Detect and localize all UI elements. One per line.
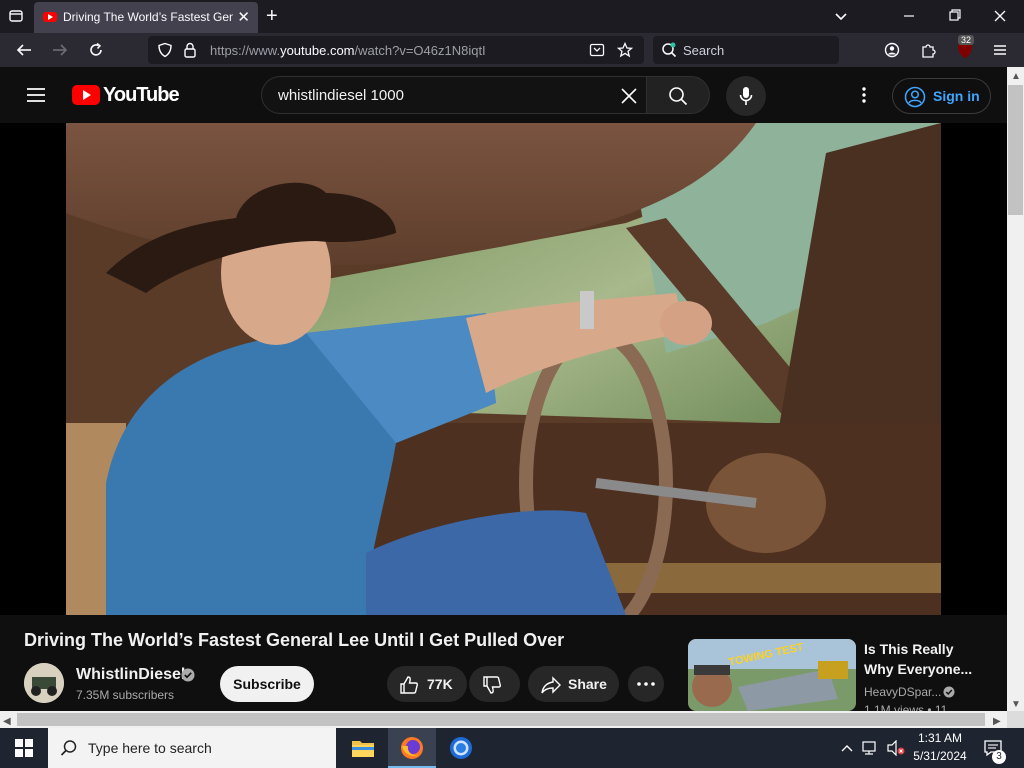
account-icon[interactable]	[884, 42, 900, 62]
sign-in-button[interactable]: Sign in	[892, 78, 991, 114]
network-icon[interactable]	[862, 740, 880, 760]
youtube-header: YouTube whistlindiesel 1000 Sign in	[0, 67, 1007, 123]
windows-taskbar: Type here to search 1:31 AM 5/31/2024 3	[0, 728, 1024, 768]
guide-menu-icon[interactable]	[26, 87, 46, 107]
user-avatar-icon	[904, 86, 926, 112]
restore-window-icon[interactable]	[948, 8, 962, 28]
taskbar-search-placeholder: Type here to search	[88, 740, 212, 756]
clock-date[interactable]: 5/31/2024	[906, 749, 974, 763]
more-horizontal-icon	[636, 676, 656, 696]
tab-close-icon[interactable]: ✕	[237, 8, 250, 26]
address-bar[interactable]: https://www.youtube.com/watch?v=O46z1N8i…	[148, 36, 644, 64]
tracking-protection-shield-icon[interactable]	[157, 42, 173, 62]
url-text: https://www.youtube.com/watch?v=O46z1N8i…	[210, 43, 486, 58]
minimize-window-icon[interactable]	[902, 8, 916, 28]
firefox-icon	[401, 737, 423, 759]
like-button[interactable]: 77K	[387, 666, 467, 702]
recommended-meta: 1.1M views • 11	[864, 703, 948, 711]
back-arrow-icon[interactable]	[15, 42, 33, 62]
browser-tab-strip: Driving The World’s Fastest General Lee …	[0, 0, 1024, 33]
extension-badge: 32	[958, 35, 975, 45]
list-all-tabs-chevron-icon[interactable]	[833, 8, 849, 28]
search-query-text: whistlindiesel 1000	[278, 87, 404, 104]
youtube-logo-text: YouTube	[103, 84, 180, 106]
file-explorer-taskbar-button[interactable]	[339, 728, 387, 768]
tab-list-icon[interactable]	[8, 8, 24, 28]
video-frame[interactable]	[66, 123, 941, 615]
recommended-title-line1[interactable]: Is This Really	[864, 641, 953, 657]
video-title: Driving The World’s Fastest General Lee …	[24, 630, 565, 650]
share-button[interactable]: Share	[528, 666, 619, 702]
recommended-title-line2[interactable]: Why Everyone...	[864, 661, 972, 677]
tab-title: Driving The World’s Fastest General Lee …	[63, 10, 233, 24]
taskbar-search-icon	[60, 739, 78, 761]
horizontal-scrollbar[interactable]: ◀ ▶	[0, 711, 1007, 728]
search-icon	[668, 86, 688, 110]
folder-icon	[352, 741, 374, 757]
channel-name[interactable]: WhistlinDiesel	[76, 666, 185, 684]
browser-tab[interactable]: Driving The World’s Fastest General Lee …	[34, 2, 258, 33]
firefox-taskbar-button[interactable]	[388, 728, 436, 768]
new-tab-icon[interactable]: +	[266, 6, 278, 26]
verified-badge-icon	[181, 668, 195, 687]
youtube-search-button[interactable]	[646, 76, 710, 114]
subscriber-count: 7.35M subscribers	[76, 688, 175, 702]
microphone-icon	[739, 86, 753, 110]
channel-avatar[interactable]	[24, 663, 64, 703]
recommended-channel: HeavyDSpar...	[864, 685, 942, 699]
youtube-favicon-icon	[43, 12, 57, 22]
scrollbar-corner	[1007, 711, 1024, 728]
sign-in-label: Sign in	[933, 88, 980, 104]
thumbs-down-icon	[482, 675, 502, 699]
vertical-scrollbar[interactable]: ▲ ▼	[1007, 67, 1024, 711]
video-player[interactable]	[0, 123, 1007, 615]
recommended-video-thumbnail[interactable]: TOWING TEST	[688, 639, 856, 711]
chrome-icon	[450, 737, 472, 759]
horizontal-scroll-thumb[interactable]	[17, 713, 985, 726]
lock-icon[interactable]	[183, 42, 197, 62]
show-hidden-icons-chevron-icon[interactable]	[840, 740, 854, 760]
scroll-up-arrow-icon[interactable]: ▲	[1011, 69, 1021, 85]
vertical-scroll-thumb[interactable]	[1008, 85, 1023, 215]
more-actions-button[interactable]	[628, 666, 664, 702]
bookmark-star-icon[interactable]	[616, 41, 634, 62]
notification-count-badge: 3	[992, 750, 1006, 764]
reload-icon[interactable]	[88, 42, 104, 62]
app-menu-hamburger-icon[interactable]	[992, 42, 1008, 62]
search-engine-icon[interactable]	[661, 42, 677, 62]
recommended-verified-icon	[943, 685, 955, 703]
chrome-taskbar-button[interactable]	[437, 728, 485, 768]
windows-logo-icon	[15, 739, 33, 757]
browser-search-placeholder: Search	[683, 43, 725, 58]
share-label: Share	[568, 676, 607, 692]
browser-toolbar: https://www.youtube.com/watch?v=O46z1N8i…	[0, 33, 1024, 67]
settings-more-icon[interactable]	[857, 86, 871, 108]
clear-search-icon[interactable]	[620, 87, 638, 109]
forward-arrow-icon[interactable]	[51, 42, 69, 62]
clock-time[interactable]: 1:31 AM	[910, 731, 970, 745]
thumbs-up-icon	[399, 675, 419, 699]
subscribe-button[interactable]: Subscribe	[220, 666, 314, 702]
youtube-search-input[interactable]: whistlindiesel 1000	[261, 76, 646, 114]
browser-search-box[interactable]: Search	[653, 36, 839, 64]
like-count: 77K	[427, 676, 453, 692]
reader-view-icon[interactable]	[589, 42, 605, 62]
extensions-puzzle-icon[interactable]	[920, 42, 936, 62]
close-window-icon[interactable]	[993, 8, 1007, 28]
video-scene-illustration	[66, 123, 941, 615]
volume-muted-icon[interactable]	[886, 739, 906, 760]
voice-search-button[interactable]	[726, 76, 766, 116]
start-button[interactable]	[0, 728, 48, 768]
taskbar-search-box[interactable]: Type here to search	[48, 728, 336, 768]
share-arrow-icon	[540, 675, 562, 699]
dislike-button[interactable]	[469, 666, 520, 702]
